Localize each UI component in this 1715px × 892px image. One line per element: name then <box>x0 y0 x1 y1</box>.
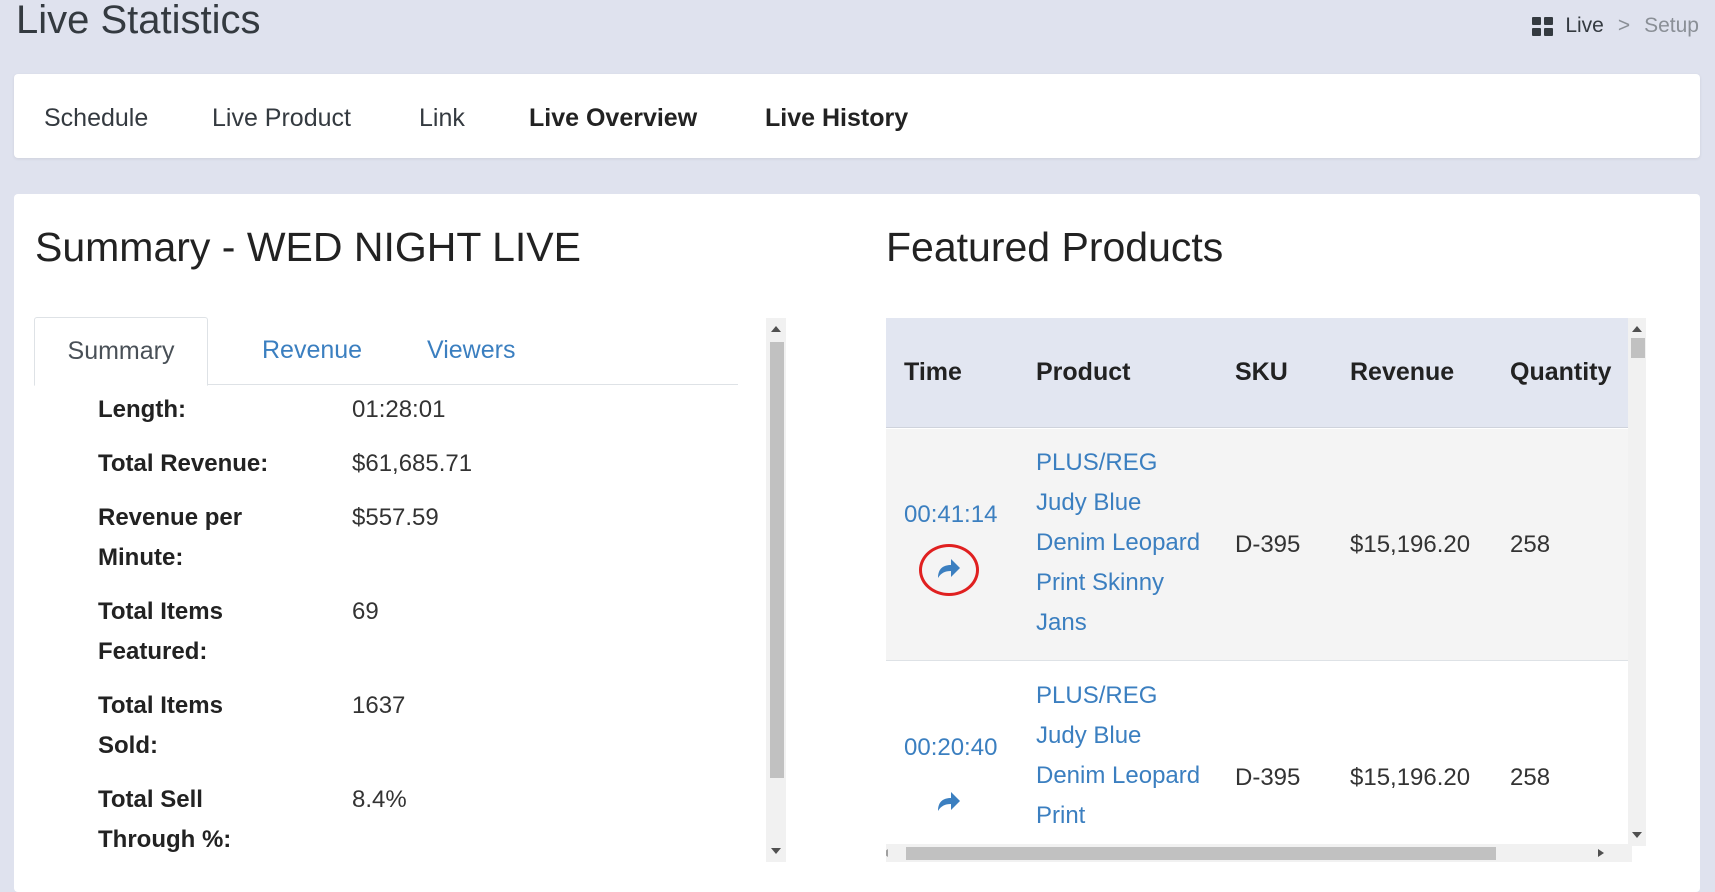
table-row: 00:41:14 PLUS/REG Judy Blue Denim Leopar… <box>886 429 1630 661</box>
sku-cell: D-395 <box>1235 764 1301 791</box>
summary-value: $61,685.71 <box>352 450 473 477</box>
summary-label: Length: <box>98 396 186 423</box>
column-header-sku: SKU <box>1235 358 1288 386</box>
table-row: 00:20:40 PLUS/REG Judy Blue Denim Leopar… <box>886 662 1630 862</box>
sku-cell: D-395 <box>1235 531 1301 558</box>
scrollbar-thumb[interactable] <box>1631 338 1645 358</box>
column-header-product: Product <box>1036 358 1131 386</box>
column-header-revenue: Revenue <box>1350 358 1455 386</box>
breadcrumb: Live > Setup <box>1532 14 1699 38</box>
featured-products-title: Featured Products <box>886 224 1224 270</box>
nav-live-overview[interactable]: Live Overview <box>529 104 697 133</box>
nav-live-product[interactable]: Live Product <box>212 104 351 133</box>
summary-scrollbar[interactable] <box>766 318 786 862</box>
share-arrow-icon[interactable] <box>934 556 962 580</box>
quantity-cell: 258 <box>1510 531 1551 558</box>
summary-row-total-revenue: Total Revenue: $61,685.71 <box>98 444 698 484</box>
nav-live-history[interactable]: Live History <box>765 104 908 133</box>
breadcrumb-setup: Setup <box>1644 14 1699 37</box>
page-title: Live Statistics <box>16 0 261 42</box>
summary-row-sell-through: Total Sell Through %: 8.4% <box>98 780 698 860</box>
time-link[interactable]: 00:41:14 <box>904 501 997 529</box>
summary-value: 69 <box>352 598 379 625</box>
summary-list: Length: 01:28:01 Total Revenue: $61,685.… <box>98 390 698 860</box>
top-nav: Schedule Live Product Link Live Overview… <box>14 74 1700 158</box>
scroll-right-arrow-icon[interactable] <box>1598 849 1604 857</box>
tab-viewers[interactable]: Viewers <box>427 317 515 385</box>
summary-row-revenue-per-minute: Revenue per Minute: $557.59 <box>98 498 698 578</box>
summary-title: Summary - WED NIGHT LIVE <box>35 224 581 270</box>
nav-link[interactable]: Link <box>419 104 465 133</box>
table-vertical-scrollbar[interactable] <box>1628 318 1646 846</box>
breadcrumb-separator: > <box>1617 14 1631 37</box>
scroll-down-arrow-icon[interactable] <box>771 848 781 854</box>
breadcrumb-live[interactable]: Live <box>1565 14 1604 38</box>
tab-revenue[interactable]: Revenue <box>262 317 362 385</box>
tab-summary[interactable]: Summary <box>34 317 208 386</box>
revenue-cell: $15,196.20 <box>1350 531 1471 558</box>
quantity-cell: 258 <box>1510 764 1551 791</box>
share-arrow-icon[interactable] <box>934 789 962 813</box>
column-header-quantity: Quantity <box>1510 358 1612 386</box>
scrollbar-thumb[interactable] <box>770 342 784 778</box>
table-horizontal-scrollbar[interactable] <box>886 844 1632 862</box>
summary-value: 01:28:01 <box>352 396 446 423</box>
scroll-up-arrow-icon[interactable] <box>771 326 781 332</box>
summary-row-length: Length: 01:28:01 <box>98 390 698 430</box>
column-header-time: Time <box>904 358 962 386</box>
summary-tabs: Summary Revenue Viewers <box>34 317 738 386</box>
summary-label: Total Items Sold: <box>98 692 223 759</box>
summary-label: Total Items Featured: <box>98 598 223 665</box>
summary-row-items-sold: Total Items Sold: 1637 <box>98 686 698 766</box>
product-link[interactable]: PLUS/REG Judy Blue Denim Leopard Print S… <box>1036 443 1206 643</box>
summary-label: Total Sell Through %: <box>98 786 232 853</box>
featured-products-table: Time Product SKU Revenue Quantity 00:41:… <box>886 318 1646 862</box>
scroll-up-arrow-icon[interactable] <box>1632 326 1642 332</box>
dashboard-grid-icon <box>1532 16 1554 36</box>
summary-value: $557.59 <box>352 504 439 531</box>
scrollbar-thumb[interactable] <box>906 847 1496 860</box>
summary-label: Total Revenue: <box>98 450 269 477</box>
summary-value: 1637 <box>352 692 406 719</box>
main-card: Summary - WED NIGHT LIVE Featured Produc… <box>14 194 1700 892</box>
nav-schedule[interactable]: Schedule <box>44 104 148 133</box>
time-link[interactable]: 00:20:40 <box>904 734 997 762</box>
summary-value: 8.4% <box>352 786 407 813</box>
table-header: Time Product SKU Revenue Quantity <box>886 318 1630 428</box>
summary-row-items-featured: Total Items Featured: 69 <box>98 592 698 672</box>
product-link[interactable]: PLUS/REG Judy Blue Denim Leopard Print <box>1036 676 1206 836</box>
scroll-left-arrow-icon[interactable] <box>886 849 888 857</box>
scroll-down-arrow-icon[interactable] <box>1632 832 1642 838</box>
summary-label: Revenue per Minute: <box>98 504 243 571</box>
revenue-cell: $15,196.20 <box>1350 764 1471 791</box>
